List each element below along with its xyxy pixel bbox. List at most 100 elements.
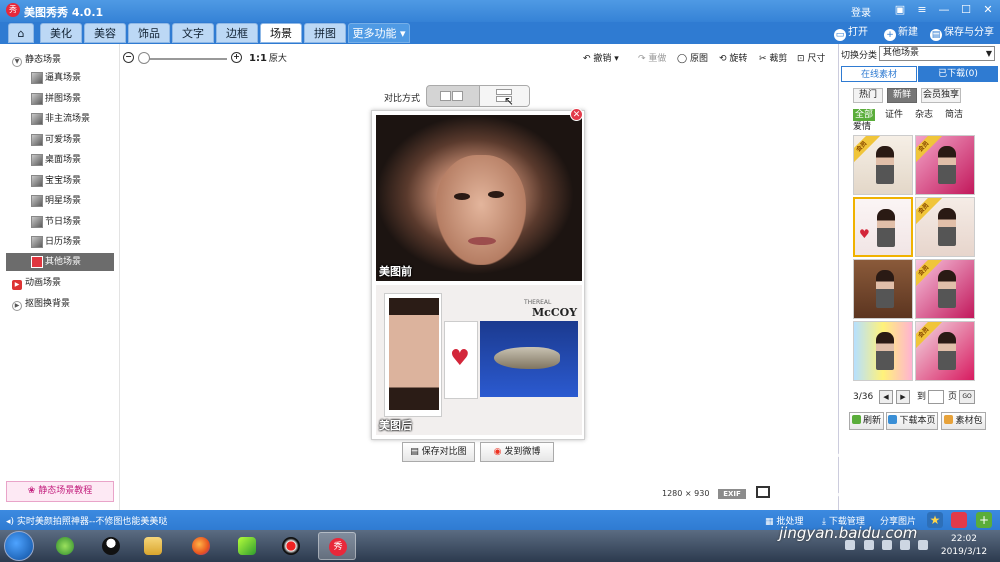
- tab-accessory[interactable]: 饰品: [128, 23, 170, 43]
- system-clock[interactable]: 22:02 2019/3/12: [936, 533, 992, 559]
- taskbar-app-qq[interactable]: [92, 532, 130, 560]
- taskbar-app-firefox[interactable]: [182, 532, 220, 560]
- taskbar-app-recorder[interactable]: [272, 532, 310, 560]
- original-size-button[interactable]: 1:1 原大: [249, 53, 287, 65]
- tray-keyboard-icon[interactable]: [845, 540, 855, 550]
- tree-item-desktop[interactable]: 桌面场景: [6, 151, 114, 169]
- minimize-icon[interactable]: —: [935, 2, 953, 18]
- tree-item-calendar[interactable]: 日历场景: [6, 233, 114, 251]
- post-weibo-button[interactable]: ◉ 发到微博: [480, 442, 554, 462]
- tab-more-features[interactable]: 更多功能 ▾: [348, 23, 410, 43]
- page-number-input[interactable]: [928, 390, 944, 404]
- save-share-button[interactable]: ▤ 保存与分享: [930, 25, 994, 41]
- filter-fresh[interactable]: 新鲜: [887, 88, 917, 103]
- zoom-out-icon[interactable]: −: [123, 52, 134, 63]
- zoom-slider[interactable]: [138, 52, 227, 64]
- download-page-button[interactable]: 下载本页: [886, 412, 938, 430]
- category-select[interactable]: 其他场景 ▼: [879, 46, 995, 61]
- material-thumb[interactable]: [853, 321, 913, 381]
- refresh-button[interactable]: 刷新: [849, 412, 884, 430]
- skin-icon[interactable]: ▣: [891, 2, 909, 18]
- taskbar-app-360[interactable]: [46, 532, 84, 560]
- login-link[interactable]: 登录: [851, 4, 871, 19]
- tray-network-icon[interactable]: [900, 540, 910, 550]
- start-button[interactable]: [4, 531, 34, 561]
- material-thumb[interactable]: 会员: [915, 259, 975, 319]
- status-message[interactable]: ◂) 实时美颜拍照神器--不修图也能美美哒: [6, 514, 167, 527]
- star-icon[interactable]: ★: [927, 512, 943, 528]
- category-magazine[interactable]: 杂志: [915, 109, 933, 121]
- tab-frame[interactable]: 边框: [216, 23, 258, 43]
- tree-item-holiday[interactable]: 节日场景: [6, 213, 114, 231]
- material-thumb[interactable]: [853, 259, 913, 319]
- material-pack-button[interactable]: 素材包: [941, 412, 986, 430]
- material-thumb[interactable]: 会员: [915, 197, 975, 257]
- close-icon[interactable]: ✕: [979, 2, 997, 18]
- menu-icon[interactable]: ≡: [913, 2, 931, 18]
- tray-volume-icon[interactable]: [918, 540, 928, 550]
- compare-side-by-side-button[interactable]: [427, 86, 479, 106]
- material-panel: 切换分类 其他场景 ▼ 在线素材 已下载(0) 热门 新鲜 会员独享 全部 证件 …: [838, 44, 1000, 510]
- category-all[interactable]: 全部: [853, 109, 876, 121]
- tab-text[interactable]: 文字: [172, 23, 214, 43]
- open-button[interactable]: ▭ 打开: [834, 25, 868, 41]
- tree-item-other[interactable]: 其他场景: [6, 253, 114, 271]
- material-thumb[interactable]: 会员: [915, 135, 975, 195]
- tree-item-celebrity[interactable]: 明星场景: [6, 192, 114, 210]
- tree-item-alternative[interactable]: 非主流场景: [6, 110, 114, 128]
- category-love[interactable]: 爱情: [853, 121, 871, 133]
- tree-static-scene[interactable]: ▼ 静态场景: [12, 52, 61, 68]
- save-compare-button[interactable]: ▤ 保存对比图: [402, 442, 475, 462]
- weibo-icon[interactable]: [951, 512, 967, 528]
- category-simple[interactable]: 简洁: [945, 109, 963, 121]
- material-thumb-selected[interactable]: ♥: [853, 197, 913, 257]
- maximize-icon[interactable]: ☐: [957, 2, 975, 18]
- filter-hot[interactable]: 热门: [853, 88, 883, 103]
- tab-collage[interactable]: 拼图: [304, 23, 346, 43]
- compare-top-bottom-button[interactable]: ↖: [479, 86, 529, 108]
- tab-beautify[interactable]: 美化: [40, 23, 82, 43]
- category-id[interactable]: 证件: [885, 109, 903, 121]
- taskbar-app-meitu[interactable]: 秀: [318, 532, 356, 560]
- compare-mode-label: 对比方式: [384, 94, 421, 104]
- taskbar-app-explorer[interactable]: [134, 532, 172, 560]
- close-compare-icon[interactable]: ✕: [570, 108, 583, 121]
- undo-button[interactable]: ↶ 撤销 ▾: [583, 53, 619, 65]
- tree-item-cute[interactable]: 可爱场景: [6, 131, 114, 149]
- static-scene-tutorial-button[interactable]: ❀ 静态场景教程: [6, 481, 114, 502]
- original-image-button[interactable]: ◯ 原图: [677, 53, 708, 65]
- tab-downloaded[interactable]: 已下载(0): [918, 66, 998, 82]
- zoom-in-icon[interactable]: +: [231, 52, 242, 63]
- new-button[interactable]: + 新建: [884, 25, 918, 41]
- go-button[interactable]: GO: [959, 390, 975, 404]
- share-image-link[interactable]: 分享图片: [880, 514, 916, 527]
- next-page-button[interactable]: ▶: [896, 390, 910, 404]
- rotate-button[interactable]: ⟲ 旋转: [719, 53, 747, 65]
- redo-button[interactable]: ↷ 重做: [638, 53, 666, 65]
- zoom-slider-handle[interactable]: [138, 52, 150, 64]
- material-thumb[interactable]: 会员: [915, 321, 975, 381]
- filter-vip[interactable]: 会员独享: [921, 88, 961, 103]
- download-manage-link[interactable]: ⤓ 下载管理: [822, 514, 865, 527]
- taskbar-app-video[interactable]: [228, 532, 266, 560]
- tab-cosmetic[interactable]: 美容: [84, 23, 126, 43]
- tab-home[interactable]: ⌂: [8, 23, 34, 43]
- exif-button[interactable]: EXIF: [718, 489, 746, 499]
- tree-animated-scene[interactable]: ▶ 动画场景: [12, 275, 61, 291]
- resize-button[interactable]: ⊡ 尺寸: [797, 53, 825, 65]
- tree-item-collage[interactable]: 拼图场景: [6, 90, 114, 108]
- tab-online-material[interactable]: 在线素材: [841, 66, 917, 82]
- tray-monitor-icon[interactable]: [882, 540, 892, 550]
- view-mode-icon[interactable]: [756, 486, 770, 498]
- tab-scene[interactable]: 场景: [260, 23, 302, 43]
- prev-page-button[interactable]: ◀: [879, 390, 893, 404]
- undo-icon: ↶: [583, 54, 594, 64]
- material-thumb[interactable]: 会员: [853, 135, 913, 195]
- tree-cutout-background[interactable]: ▶ 抠图换背景: [12, 296, 70, 312]
- crop-button[interactable]: ✂ 裁剪: [759, 53, 787, 65]
- tree-item-realistic[interactable]: 逼真场景: [6, 69, 114, 87]
- tray-flag-icon[interactable]: [864, 540, 874, 550]
- tree-item-baby[interactable]: 宝宝场景: [6, 172, 114, 190]
- batch-process-link[interactable]: ▦ 批处理: [765, 514, 803, 527]
- add-icon[interactable]: +: [976, 512, 992, 528]
